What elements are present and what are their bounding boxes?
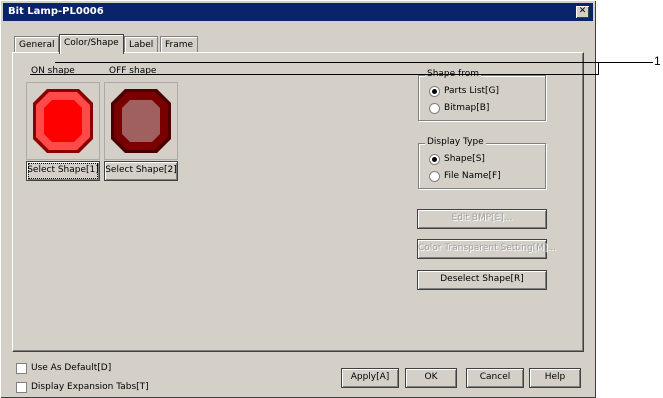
deselect-shape-button[interactable]: Deselect Shape[R] bbox=[417, 270, 547, 290]
callout-line-on bbox=[30, 74, 178, 75]
checkbox-icon bbox=[16, 382, 27, 393]
radio-icon bbox=[429, 103, 440, 114]
radio-file-name-label: File Name[F] bbox=[444, 171, 501, 181]
callout-number: 1 bbox=[654, 54, 661, 68]
on-shape-icon bbox=[33, 89, 93, 153]
help-button[interactable]: Help bbox=[529, 368, 581, 388]
window-title: Bit Lamp-PL0006 bbox=[8, 6, 104, 17]
tab-panel: ON shape OFF shape Select Shape[1] Selec… bbox=[12, 52, 584, 352]
radio-icon bbox=[429, 171, 440, 182]
color-transparent-setting-button[interactable]: Color Transparent Setting[M]... bbox=[417, 239, 556, 259]
radio-icon bbox=[429, 86, 440, 97]
callout-line-right bbox=[623, 62, 653, 63]
cancel-button[interactable]: Cancel bbox=[466, 368, 524, 388]
tab-label[interactable]: Label bbox=[124, 36, 159, 53]
display-expansion-tabs-label: Display Expansion Tabs[T] bbox=[31, 382, 149, 392]
callout-line-top bbox=[55, 62, 623, 63]
radio-shape-label: Shape[S] bbox=[444, 154, 485, 164]
tab-general[interactable]: General bbox=[14, 36, 60, 53]
checkbox-icon bbox=[16, 363, 27, 374]
off-shape-icon bbox=[111, 89, 171, 153]
tab-color-shape[interactable]: Color/Shape bbox=[59, 34, 124, 54]
radio-bitmap-label: Bitmap[B] bbox=[444, 103, 490, 113]
callout-line-vertical bbox=[598, 62, 599, 75]
select-shape-1-button[interactable]: Select Shape[1] bbox=[26, 161, 100, 181]
select-shape-2-button[interactable]: Select Shape[2] bbox=[104, 161, 178, 181]
radio-parts-list-label: Parts List[G] bbox=[444, 86, 500, 96]
display-type-legend: Display Type bbox=[425, 137, 486, 147]
on-shape-preview[interactable] bbox=[26, 82, 100, 160]
ok-button[interactable]: OK bbox=[405, 368, 457, 388]
dialog-window: Bit Lamp-PL0006 ✕ General Color/Shape La… bbox=[0, 0, 596, 398]
use-as-default-label: Use As Default[D] bbox=[31, 363, 112, 373]
close-icon[interactable]: ✕ bbox=[576, 6, 589, 18]
display-type-group: Display Type Shape[S] File Name[F] bbox=[418, 137, 546, 189]
title-bar: Bit Lamp-PL0006 ✕ bbox=[3, 3, 593, 21]
apply-button[interactable]: Apply[A] bbox=[341, 368, 399, 388]
tab-frame[interactable]: Frame bbox=[160, 36, 199, 53]
callout-line-mid bbox=[178, 74, 598, 75]
off-shape-preview[interactable] bbox=[104, 82, 178, 160]
shape-from-group: Shape from Parts List[G] Bitmap[B] bbox=[418, 69, 546, 121]
edit-bmp-button[interactable]: Edit BMP[E]... bbox=[417, 209, 547, 229]
radio-icon bbox=[429, 154, 440, 165]
